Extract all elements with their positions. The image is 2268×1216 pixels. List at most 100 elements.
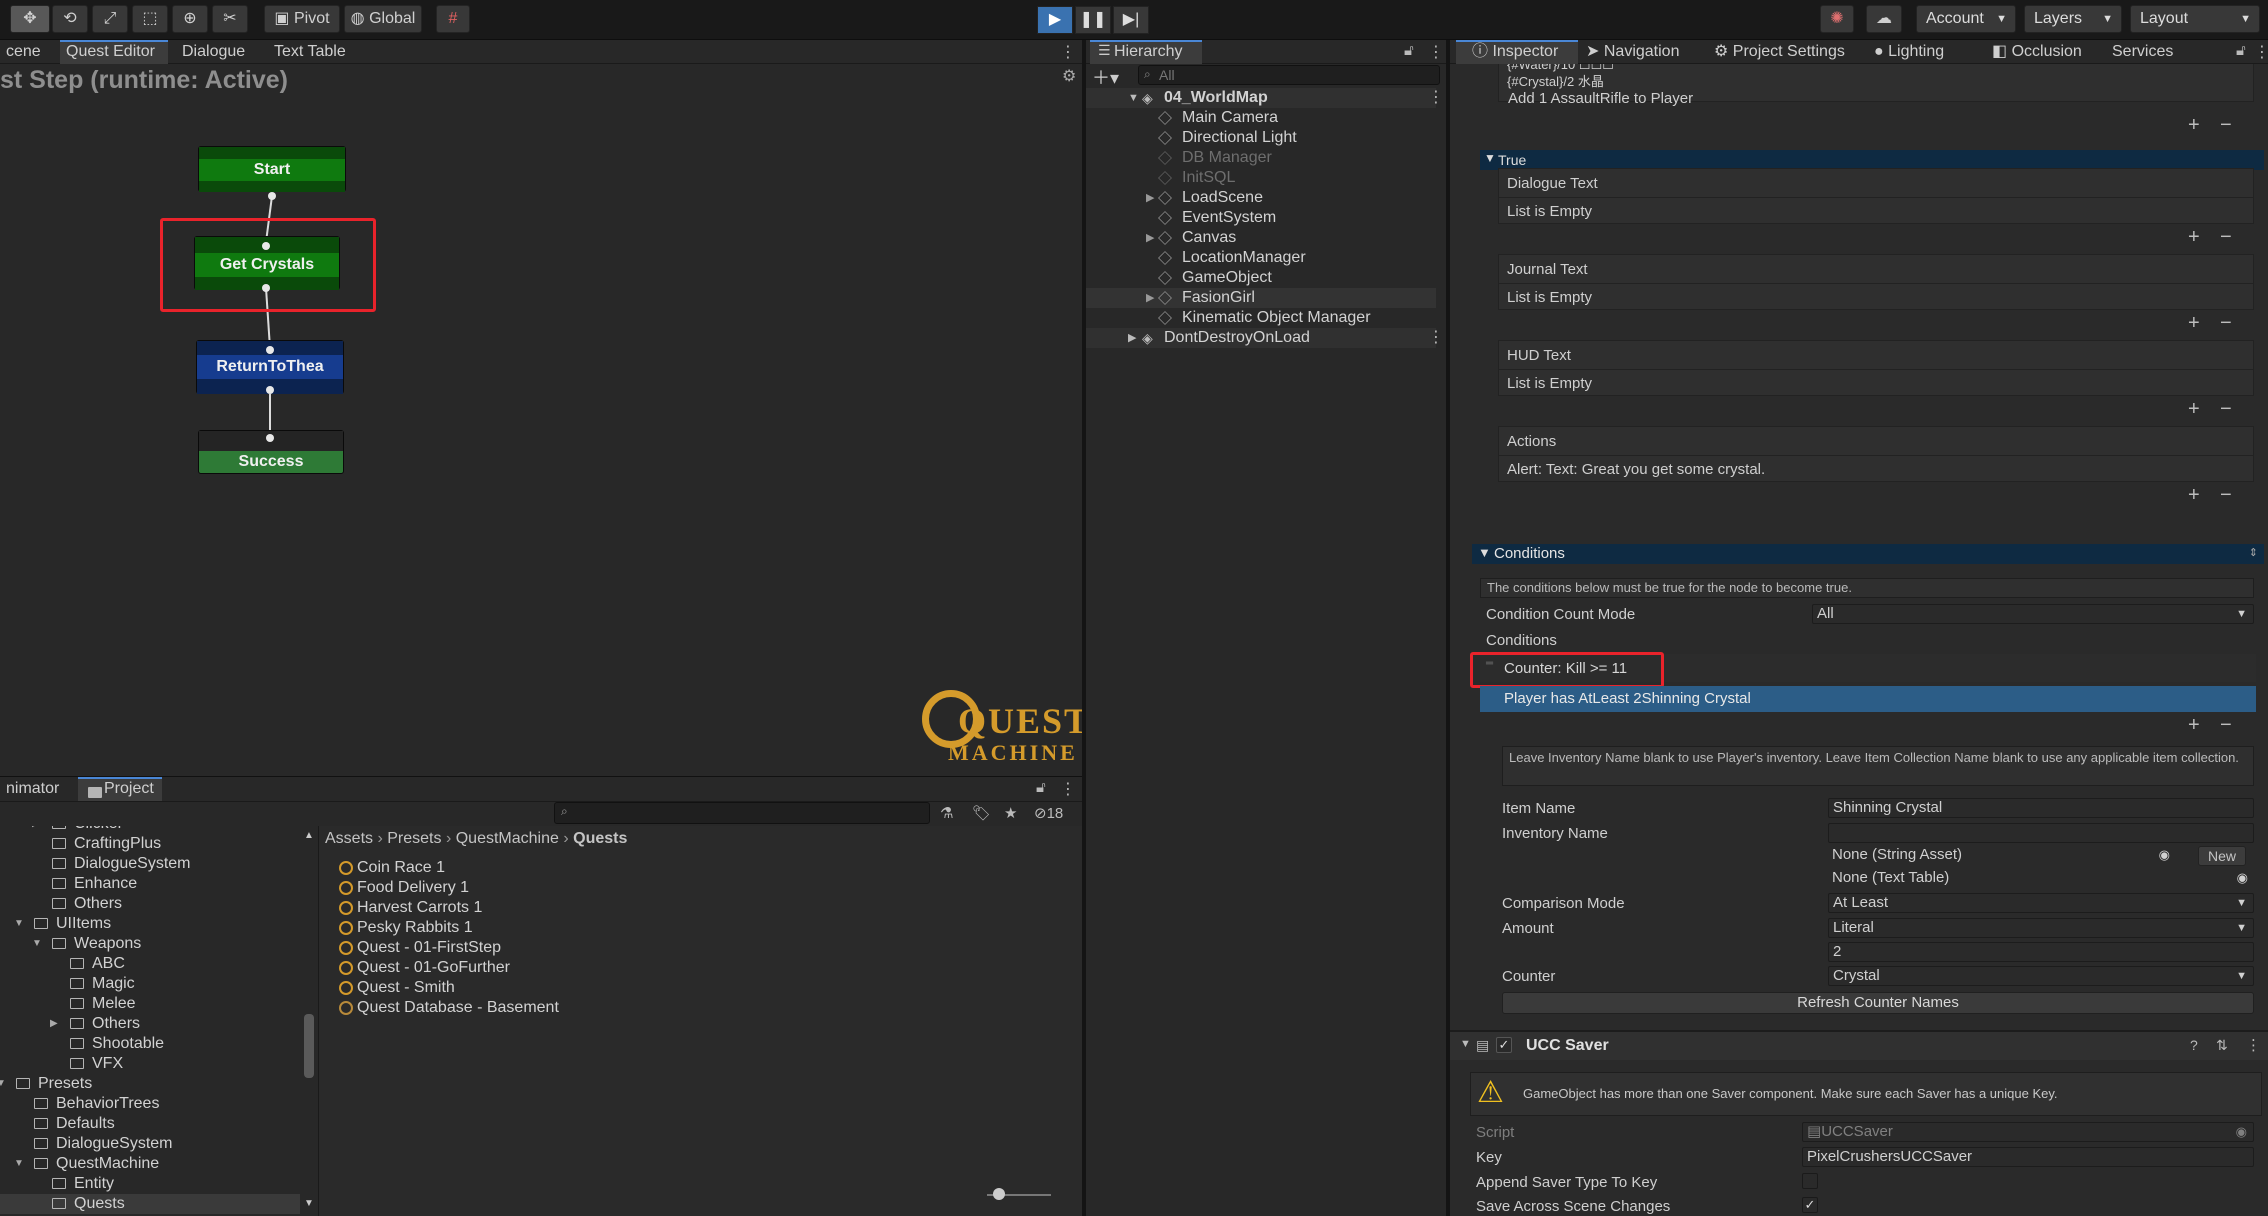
star-icon[interactable]: ★ [1004,804,1017,822]
connector-dot[interactable] [266,434,274,442]
minus-icon[interactable]: − [2220,226,2232,249]
dontdestroy-row[interactable]: ▶ ◈ DontDestroyOnLoad ⋮ [1086,328,1444,348]
project-file-item[interactable]: Food Delivery 1 [339,878,469,898]
minus-icon[interactable]: − [2220,484,2232,507]
amount-mode-dropdown[interactable]: Literal ▼ [1828,918,2254,938]
inventory-name-field[interactable] [1828,823,2254,843]
amount-value-field[interactable]: 2 [1828,942,2254,962]
custom-tool-icon[interactable]: ✂ [212,5,248,33]
chevron-down-icon[interactable]: ▼ [32,934,42,954]
append-saver-checkbox[interactable] [1802,1173,1818,1189]
hierarchy-item[interactable]: ▶ Canvas [1086,228,1436,248]
chevron-right-icon[interactable]: ▶ [32,826,40,834]
layout-dropdown[interactable]: Layout ▼ [2130,5,2260,33]
folder-tree-item[interactable]: Shootable [0,1034,300,1054]
folder-tree-item[interactable]: DialogueSystem [0,854,300,874]
count-mode-dropdown[interactable]: All ▼ [1812,604,2254,624]
true-foldout[interactable]: ▼ True [1480,150,2264,170]
hierarchy-item[interactable]: LocationManager [1086,248,1436,268]
refresh-counter-names-button[interactable]: Refresh Counter Names [1502,992,2254,1014]
hierarchy-item[interactable]: Directional Light [1086,128,1436,148]
plus-icon[interactable]: + [2188,226,2200,249]
hidden-count-badge[interactable]: ⊘18 [1034,804,1063,822]
project-file-item[interactable]: Quest Database - Basement [339,998,559,1018]
text-table-field[interactable]: None (Text Table) ◉ [1828,869,2254,889]
folder-tree-item[interactable]: ▼ UIItems [0,914,300,934]
project-file-item[interactable]: Pesky Rabbits 1 [339,918,473,938]
menu-dots-icon[interactable]: ⋮ [1060,42,1076,62]
folder-tree-item[interactable]: ▶ Clicker [0,826,300,834]
new-button[interactable]: New [2198,846,2246,866]
folder-tree-item[interactable]: ▶ Others [0,1014,300,1034]
menu-dots-icon[interactable]: ⋮ [1428,88,1444,108]
tab-inspector[interactable]: ⓘ Inspector [1456,40,1578,64]
folder-tree-item[interactable]: ▼ Presets [0,1074,300,1094]
menu-dots-icon[interactable]: ⋮ [1428,42,1444,62]
comparison-dropdown[interactable]: At Least ▼ [1828,893,2254,913]
tab-occlusion[interactable]: ◧ Occlusion [1986,40,2088,64]
menu-dots-icon[interactable]: ⋮ [2246,1036,2261,1054]
breadcrumb-assets[interactable]: Assets [325,830,373,847]
ucc-saver-header[interactable]: ▼ ▤ ✓ UCC Saver ? ⇅ ⋮ [1450,1032,2268,1060]
collab-icon[interactable]: ✺ [1820,5,1854,33]
section-content[interactable]: Alert: Text: Great you get some crystal. [1507,461,1765,478]
string-asset-field[interactable]: None (String Asset) ◉ [1828,846,2176,866]
plus-icon[interactable]: + [2188,714,2200,737]
pivot-toggle[interactable]: ▣ Pivot [264,5,340,33]
folder-tree-item[interactable]: BehaviorTrees [0,1094,300,1114]
folder-tree-item[interactable]: VFX [0,1054,300,1074]
hierarchy-item[interactable]: Main Camera [1086,108,1436,128]
minus-icon[interactable]: − [2220,714,2232,737]
tab-text-table[interactable]: Text Table [268,40,352,64]
plus-icon[interactable]: + [2188,398,2200,421]
key-field[interactable]: PixelCrushersUCCSaver [1802,1147,2254,1167]
menu-dots-icon[interactable]: ⋮ [1428,328,1444,348]
folder-tree-item[interactable]: Enhance [0,874,300,894]
lock-icon[interactable]: 🔓︎ [1036,779,1046,796]
save-across-checkbox[interactable]: ✓ [1802,1197,1818,1213]
action-add-rifle[interactable]: Add 1 AssaultRifle to Player [1508,90,1693,107]
folder-tree-item[interactable]: ▼ Weapons [0,934,300,954]
menu-dots-icon[interactable]: ⋮ [1060,779,1076,799]
counter-dropdown[interactable]: Crystal ▼ [1828,966,2254,986]
grid-snap-icon[interactable]: # [436,5,470,33]
project-file-item[interactable]: Quest - 01-FirstStep [339,938,501,958]
tree-scrollbar[interactable] [304,1014,314,1078]
scroll-up-icon[interactable]: ▲ [304,830,314,842]
project-file-item[interactable]: Coin Race 1 [339,858,445,878]
transform-tool-icon[interactable]: ⊕ [172,5,208,33]
item-name-field[interactable]: Shinning Crystal [1828,798,2254,818]
move-tool-icon[interactable]: ✥ [10,5,50,33]
chevron-down-icon[interactable]: ▼ [14,914,24,934]
chevron-down-icon[interactable]: ▼ [0,1074,6,1094]
preset-icon[interactable]: ⇅ [2216,1037,2228,1054]
layers-dropdown[interactable]: Layers ▼ [2024,5,2122,33]
chevron-right-icon[interactable]: ▶ [1146,288,1154,308]
project-file-item[interactable]: Quest - Smith [339,978,455,998]
folder-tree-item[interactable]: ABC [0,954,300,974]
scene-row[interactable]: ▼ ◈ 04_WorldMap ⋮ [1086,88,1444,108]
conditions-foldout[interactable]: ▼ Conditions ⇕ [1472,544,2264,564]
sort-icon[interactable]: ⇕ [2249,546,2258,559]
tab-scene[interactable]: cene [0,40,47,64]
hierarchy-item[interactable]: DB Manager [1086,148,1436,168]
chevron-right-icon[interactable]: ▶ [1146,188,1154,208]
folder-tree-item[interactable]: Entity [0,1174,300,1194]
folder-tree-item[interactable]: Quests [0,1194,300,1214]
step-button[interactable]: ▶| [1113,6,1149,34]
tab-animator[interactable]: nimator [0,777,65,801]
folder-tree-item[interactable]: Melee [0,994,300,1014]
cloud-icon[interactable]: ☁ [1866,5,1902,33]
hierarchy-item[interactable]: GameObject [1086,268,1436,288]
breadcrumb-quests[interactable]: Quests [573,830,627,847]
folder-tree-item[interactable]: CraftingPlus [0,834,300,854]
chevron-right-icon[interactable]: ▶ [1146,228,1154,248]
folder-tree-item[interactable]: Others [0,894,300,914]
tab-dialogue[interactable]: Dialogue [176,40,251,64]
create-icon[interactable]: ⚗ [940,804,953,822]
account-dropdown[interactable]: Account ▼ [1916,5,2016,33]
plus-icon[interactable]: + [2188,312,2200,335]
connector-dot[interactable] [266,346,274,354]
rotate-tool-icon[interactable]: ⟲ [52,5,88,33]
plus-icon[interactable]: + [2188,484,2200,507]
